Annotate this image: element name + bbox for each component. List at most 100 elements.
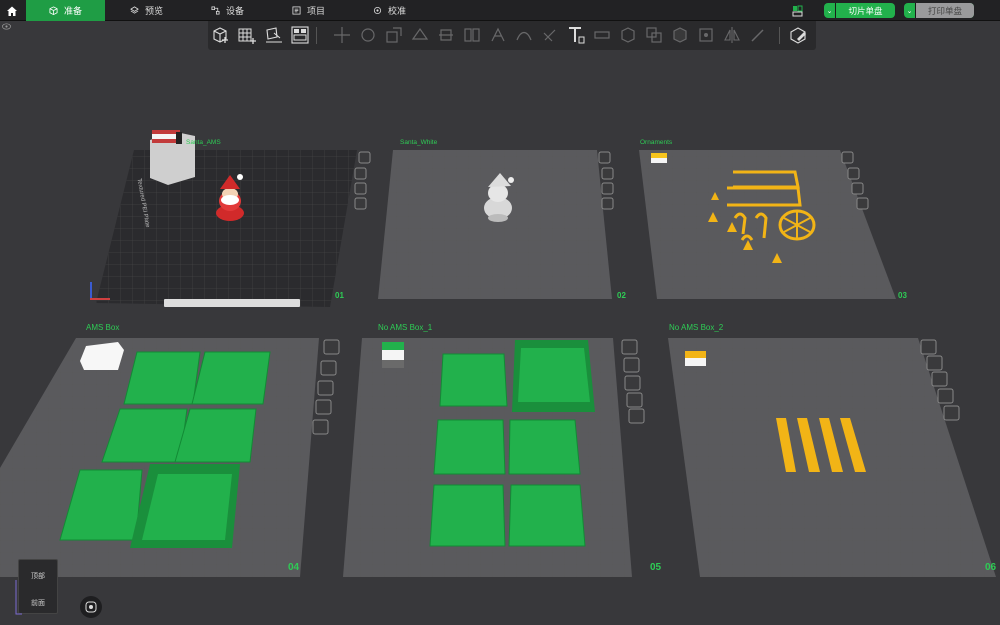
edit-object-icon[interactable] [788,25,808,45]
orient-icon[interactable] [264,25,284,45]
brush-icon[interactable] [748,25,768,45]
tab-device[interactable]: 设备 [211,0,244,21]
plate-3-number: 03 [898,291,907,300]
plate-close-button[interactable] [323,339,340,355]
add-object-icon[interactable] [211,25,231,45]
plate-orient-button[interactable] [601,182,614,195]
object-toolbar [208,21,816,50]
chevron-down-icon[interactable]: ⌄ [824,3,836,18]
plate-lock-button[interactable] [626,392,643,408]
arrange-icon[interactable] [290,25,310,45]
move-icon[interactable] [332,25,352,45]
plate-lock-button[interactable] [354,197,367,210]
plate-lock-button[interactable] [856,197,869,210]
plate-orient-button[interactable] [624,375,641,391]
3d-viewport[interactable] [0,50,1000,625]
plate-arrange-button[interactable] [601,167,614,180]
plate-close-button[interactable] [358,151,371,164]
plate-arrange-button[interactable] [926,355,943,371]
layers-icon [130,6,139,14]
plate-6-label[interactable]: No AMS Box_2 [669,323,723,332]
plate-settings-button[interactable] [312,419,329,435]
lay-on-face-icon[interactable] [410,25,430,45]
support-paint-icon[interactable] [488,25,508,45]
slice-plate-button[interactable]: ⌄ 切片单盘 [824,3,895,18]
cube-icon [49,6,58,15]
plate-close-button[interactable] [920,339,937,355]
tab-label: 校准 [388,6,407,16]
split-icon[interactable] [462,25,482,45]
toolbar-divider [779,27,780,44]
tab-prepare[interactable]: 准备 [26,0,105,21]
home-button[interactable] [0,0,24,21]
cut-icon[interactable] [436,25,456,45]
tab-calibrate[interactable]: 校准 [373,0,406,21]
plate-arrange-button[interactable] [847,167,860,180]
plate-4-label[interactable]: AMS Box [86,323,119,332]
plate-settings-button[interactable] [943,405,960,421]
plate-5-buttons [621,339,645,424]
multi-device-icon[interactable] [792,5,804,17]
color-paint-icon[interactable] [540,25,560,45]
tab-project[interactable]: 项目 [292,0,325,21]
tab-label: 设备 [226,6,245,16]
plate-orient-button[interactable] [354,182,367,195]
plate-5-label[interactable]: No AMS Box_1 [378,323,432,332]
plate-arrange-button[interactable] [354,167,367,180]
slice-plate-label: 切片单盘 [848,5,883,16]
print-plate-button[interactable]: ⌄ 打印单盘 [904,3,974,18]
plate-3-label[interactable]: Ornaments [640,139,672,146]
project-icon [292,6,301,15]
assembly-icon[interactable] [618,25,638,45]
plate-1[interactable] [90,150,357,307]
plate-4-number: 04 [288,562,300,573]
plate-2-number: 02 [617,291,626,300]
locate-button[interactable] [80,596,102,618]
plate-orient-button[interactable] [931,371,948,387]
plate-1-label[interactable]: Santa_AMS [186,139,221,146]
top-view-label[interactable]: 顶部 [31,571,45,581]
device-icon [211,6,220,15]
plate-1-number: 01 [335,291,344,300]
plate-2-label[interactable]: Santa_White [400,139,437,146]
top-bar: 准备 预览 设备 项目 校准 ⌄ 切片单盘 ⌄ 打印单盘 [0,0,1000,21]
calibrate-icon [373,6,382,15]
plate-6-number: 06 [985,562,997,573]
print-plate-label: 打印单盘 [916,3,974,18]
plate-arrange-button[interactable] [320,360,337,376]
eye-icon[interactable] [2,23,11,30]
plate-arrange-button[interactable] [623,357,640,373]
tab-label: 预览 [145,6,164,16]
view-navigation-cube[interactable]: 顶部 前面 [18,559,58,614]
target-icon [85,601,97,613]
hollow-icon[interactable] [670,25,690,45]
chevron-down-icon[interactable]: ⌄ [904,3,916,18]
tab-preview[interactable]: 预览 [130,0,163,21]
plate-5-number: 05 [650,562,662,573]
plate-lock-button[interactable] [937,388,954,404]
plate-close-button[interactable] [841,151,854,164]
plate-close-button[interactable] [598,151,611,164]
plate-settings-button[interactable] [628,408,645,424]
drill-icon[interactable] [696,25,716,45]
plate-1-buttons [354,151,371,210]
measure-icon[interactable] [592,25,612,45]
add-plate-icon[interactable] [237,25,257,45]
boolean-icon[interactable] [644,25,664,45]
plate-close-button[interactable] [621,339,638,355]
seam-paint-icon[interactable] [514,25,534,45]
plate-2[interactable] [378,150,612,299]
plate-orient-button[interactable] [317,380,334,396]
axis-indicator [15,580,22,615]
text-tool-icon[interactable] [566,25,586,45]
plate-lock-button[interactable] [315,399,332,415]
plate-orient-button[interactable] [851,182,864,195]
tab-label: 项目 [307,6,326,16]
front-view-label[interactable]: 前面 [31,598,45,608]
plate-lock-button[interactable] [601,197,614,210]
rotate-icon[interactable] [358,25,378,45]
mirror-icon[interactable] [722,25,742,45]
scale-icon[interactable] [384,25,404,45]
tab-label: 准备 [63,6,82,16]
home-icon [7,6,17,16]
